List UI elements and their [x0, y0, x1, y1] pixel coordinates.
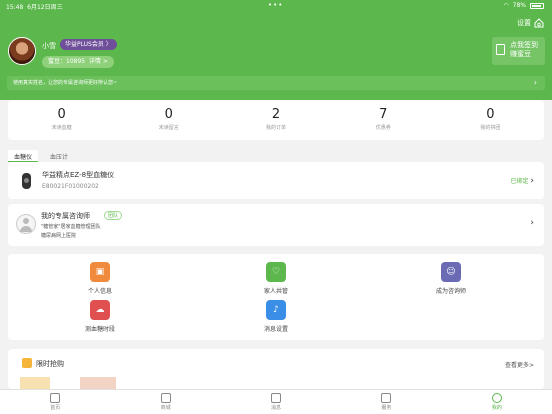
stats-card: 0 未读血糖 0 未读留言 2 我的订单 7 优惠券 0 我的拼团: [8, 100, 544, 140]
tab-mine[interactable]: 我的: [442, 390, 552, 414]
message-icon: [271, 393, 282, 403]
product-thumbnail[interactable]: [20, 377, 50, 389]
home-gear-icon: [534, 18, 544, 28]
advisor-title: 我的专属咨询师: [41, 212, 90, 220]
person-icon: [491, 393, 502, 403]
menu-label: 测血糖时段: [84, 326, 115, 333]
device-name: 华益精点EZ-8型血糖仪: [42, 171, 115, 179]
stat-value: 0: [164, 107, 173, 122]
home-icon: [50, 393, 61, 403]
flash-sale-section: 限时抢购 查看更多>: [8, 349, 544, 389]
status-time-date: 15:48 6月12日周三: [6, 4, 63, 11]
shop-icon: [160, 393, 171, 403]
tab-home[interactable]: 首页: [0, 390, 110, 414]
real-name-notice[interactable]: 使用真实姓名，让您的专属咨询师更好辨认您~ ›: [7, 76, 545, 90]
menu-label: 个人信息: [87, 288, 112, 295]
stat-unread-glucose[interactable]: 0 未读血糖: [8, 100, 115, 140]
chevron-right-icon: ›: [530, 218, 534, 228]
stat-value: 7: [379, 107, 388, 122]
battery-percent: 78%: [512, 2, 526, 9]
flash-sale-more-link[interactable]: 查看更多>: [505, 360, 534, 369]
checklist-icon: [496, 44, 505, 55]
signin-line1: 点我签到: [510, 41, 538, 49]
menu-label: 成为咨询师: [435, 288, 466, 295]
stat-group-buys[interactable]: 0 我的拼团: [437, 100, 544, 140]
menu-family-care[interactable]: ♡ 家人共管: [236, 262, 316, 295]
advisor-tag: 团队: [104, 211, 123, 220]
stat-label: 我的订单: [266, 125, 287, 131]
chevron-right-icon: ›: [533, 78, 537, 87]
settings-label: 设置: [517, 19, 531, 27]
stat-label: 我的拼团: [480, 125, 501, 131]
bottom-tab-bar: 首页 商城 消息 服务 我的: [0, 389, 552, 414]
advisor-desc-hospital: 糖尿病网上医院: [41, 233, 77, 239]
stat-value: 0: [57, 107, 66, 122]
heart-icon: ♡: [266, 262, 286, 282]
member-badge[interactable]: 华益PLUS会员 〉: [60, 39, 117, 50]
tab-mall[interactable]: 商城: [110, 390, 220, 414]
signin-line2: 赚蜜豆: [510, 50, 531, 58]
advisor-avatar-icon: [16, 214, 36, 234]
signin-button[interactable]: 点我签到 赚蜜豆: [492, 37, 545, 65]
stat-orders[interactable]: 2 我的订单: [222, 100, 329, 140]
advisor-desc-team: "糖管家"居家血糖管理团队: [41, 224, 101, 230]
flash-sale-title: 限时抢购: [36, 360, 64, 368]
stat-label: 优惠券: [375, 125, 391, 131]
stat-label: 未读血糖: [51, 125, 72, 131]
tab-label: 服务: [381, 405, 392, 411]
menu-glucose-schedule[interactable]: ☁ 测血糖时段: [60, 300, 140, 333]
person-card-icon: ▣: [90, 262, 110, 282]
feature-grid: ▣ 个人信息 ♡ 家人共管 ☺ 成为咨询师 ☁ 测血糖时段 ♪ 消息设置: [8, 254, 544, 340]
wifi-icon: ◠: [503, 2, 509, 9]
stat-value: 0: [486, 107, 495, 122]
tab-services[interactable]: 服务: [331, 390, 441, 414]
tab-messages[interactable]: 消息: [221, 390, 331, 414]
points-label: 蜜豆：10895: [48, 58, 86, 65]
tab-label: 消息: [271, 405, 282, 411]
status-right: ◠ 78%: [503, 2, 544, 9]
menu-message-settings[interactable]: ♪ 消息设置: [236, 300, 316, 333]
bell-icon: ♪: [266, 300, 286, 320]
tab-label: 商城: [160, 405, 171, 411]
tab-label: 我的: [491, 405, 502, 411]
menu-label: 消息设置: [263, 326, 288, 333]
menu-become-advisor[interactable]: ☺ 成为咨询师: [411, 262, 491, 295]
advisor-icon: ☺: [441, 262, 461, 282]
cloud-clock-icon: ☁: [90, 300, 110, 320]
menu-label: 家人共管: [263, 288, 288, 295]
device-card[interactable]: 华益精点EZ-8型血糖仪 E80021F01000202 已绑定 ›: [8, 162, 544, 199]
multitask-dots-icon[interactable]: •••: [268, 1, 283, 9]
menu-personal-info[interactable]: ▣ 个人信息: [60, 262, 140, 295]
flash-sale-icon: [22, 358, 32, 368]
stat-unread-messages[interactable]: 0 未读留言: [115, 100, 222, 140]
tab-glucose-meter[interactable]: 血糖仪: [8, 150, 39, 162]
stat-label: 未读留言: [158, 125, 179, 131]
stat-coupons[interactable]: 7 优惠券: [330, 100, 437, 140]
notice-text: 使用真实姓名，让您的专属咨询师更好辨认您~: [13, 80, 118, 86]
points-detail-link[interactable]: 详情 >: [89, 58, 108, 65]
points-badge[interactable]: 蜜豆：10895 详情 >: [42, 56, 114, 68]
device-status: 已绑定 ›: [510, 176, 534, 186]
tab-label: 首页: [50, 405, 61, 411]
user-avatar[interactable]: [8, 37, 36, 65]
glucose-meter-icon: [22, 173, 31, 189]
battery-icon: [530, 2, 544, 9]
service-icon: [381, 393, 392, 403]
advisor-card[interactable]: 我的专属咨询师 团队 "糖管家"居家血糖管理团队 糖尿病网上医院 ›: [8, 204, 544, 246]
username: 小雪: [42, 42, 56, 50]
device-tabs: 血糖仪 血压计: [8, 150, 74, 162]
profile-header: 15:48 6月12日周三 ••• ◠ 78% 设置 小雪 华益PLUS会员 〉…: [0, 0, 552, 100]
product-thumbnail[interactable]: [80, 377, 116, 389]
device-serial: E80021F01000202: [42, 183, 99, 190]
tab-blood-pressure-meter[interactable]: 血压计: [44, 150, 74, 162]
status-bar: 15:48 6月12日周三 ••• ◠ 78%: [0, 0, 552, 12]
chevron-right-icon: ›: [530, 176, 534, 186]
stat-value: 2: [271, 107, 281, 122]
settings-button[interactable]: 设置: [517, 18, 544, 28]
